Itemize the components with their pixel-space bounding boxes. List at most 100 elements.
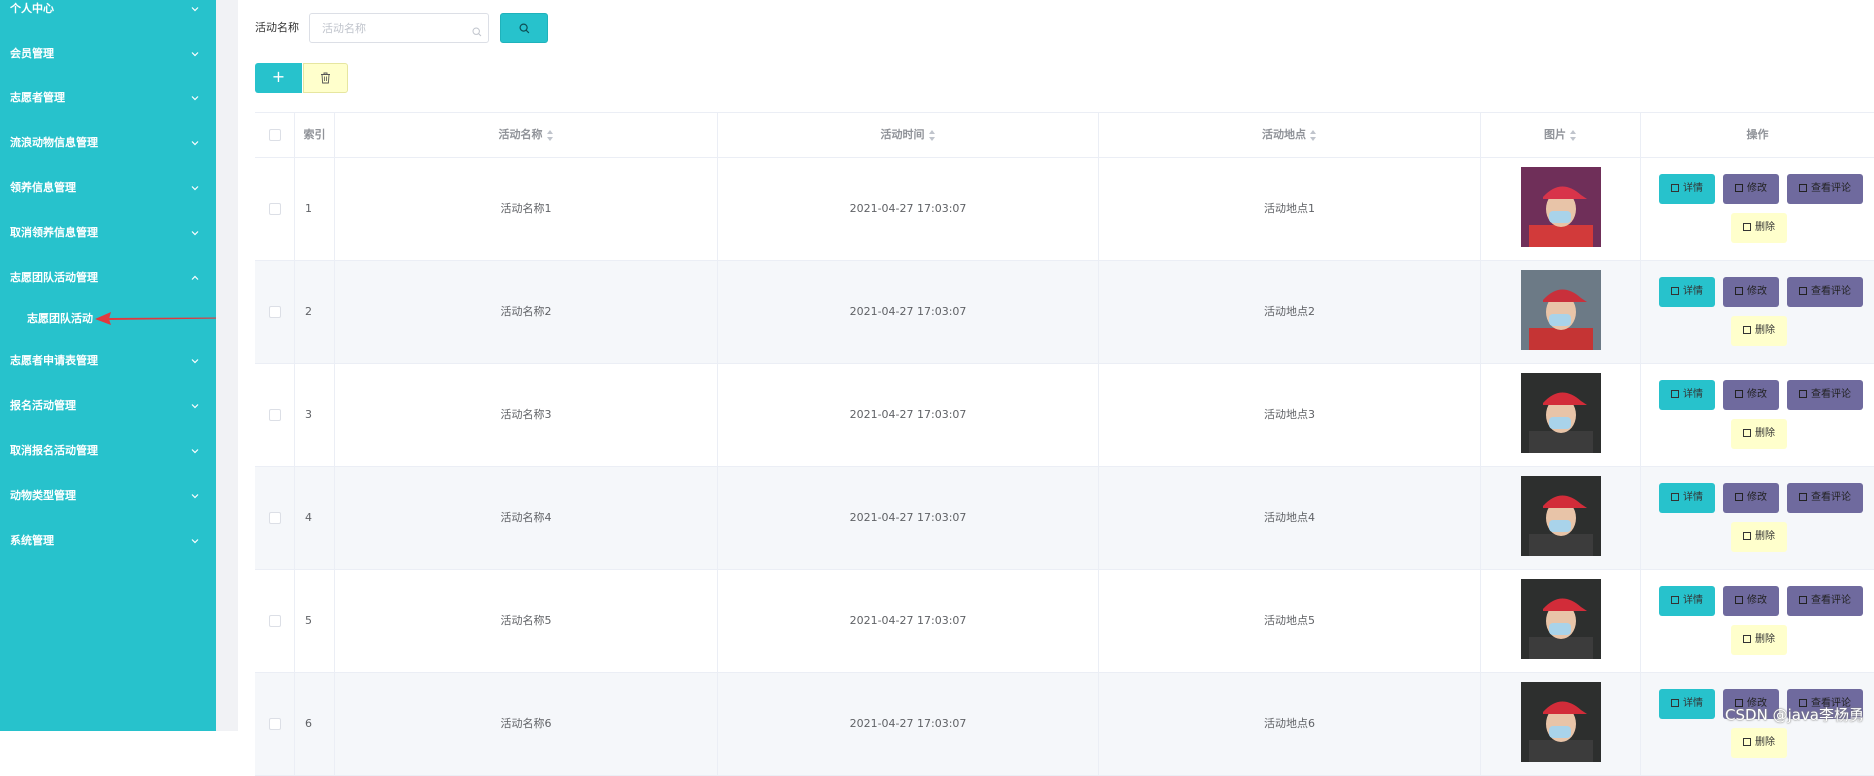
sidebar-item-label: 志愿团队活动管理 <box>10 271 98 284</box>
cell-name: 活动名称6 <box>335 673 718 775</box>
sidebar-item-label: 志愿者管理 <box>10 91 65 104</box>
search-input[interactable] <box>309 13 489 43</box>
add-button[interactable]: + <box>255 63 302 93</box>
activity-photo[interactable] <box>1521 682 1601 762</box>
sidebar-item-label: 领养信息管理 <box>10 181 76 194</box>
table-row: 3 活动名称3 2021-04-27 17:03:07 活动地点3 详情 修改 查看评论 删除 <box>255 364 1874 467</box>
view-comments-button[interactable]: 查看评论 <box>1787 483 1863 513</box>
edit-icon <box>1799 493 1807 501</box>
header-image[interactable]: 图片 <box>1481 113 1641 157</box>
row-checkbox[interactable] <box>269 306 281 318</box>
edit-icon <box>1735 184 1743 192</box>
cell-time: 2021-04-27 17:03:07 <box>718 158 1099 260</box>
edit-button[interactable]: 修改 <box>1723 483 1779 513</box>
chevron-up-icon <box>190 260 200 296</box>
cell-image <box>1481 467 1641 569</box>
detail-button[interactable]: 详情 <box>1659 277 1715 307</box>
table-row: 2 活动名称2 2021-04-27 17:03:07 活动地点2 详情 修改 查看评论 删除 <box>255 261 1874 364</box>
header-name-label: 活动名称 <box>498 128 543 141</box>
table-row: 4 活动名称4 2021-04-27 17:03:07 活动地点4 详情 修改 查看评论 删除 <box>255 467 1874 570</box>
select-all-checkbox[interactable] <box>269 129 281 141</box>
row-checkbox[interactable] <box>269 512 281 524</box>
detail-button[interactable]: 详情 <box>1659 689 1715 719</box>
delete-button[interactable]: 删除 <box>1731 419 1787 449</box>
sidebar-item-cancel-signup[interactable]: 取消报名活动管理 <box>0 433 216 469</box>
cell-index: 4 <box>295 467 335 569</box>
edit-button[interactable]: 修改 <box>1723 277 1779 307</box>
comment-label: 查看评论 <box>1811 183 1851 194</box>
delete-button[interactable]: 删除 <box>1731 316 1787 346</box>
trash-icon <box>1743 326 1751 334</box>
search-icon <box>472 22 482 41</box>
sidebar-item-adoption[interactable]: 领养信息管理 <box>0 170 216 206</box>
detail-label: 详情 <box>1683 286 1703 297</box>
sort-icon[interactable] <box>1570 129 1577 141</box>
header-time[interactable]: 活动时间 <box>718 113 1099 157</box>
edit-button[interactable]: 修改 <box>1723 586 1779 616</box>
row-select-cell <box>255 364 295 466</box>
edit-icon <box>1799 596 1807 604</box>
chevron-down-icon <box>190 170 200 206</box>
batch-delete-button[interactable] <box>303 63 348 93</box>
delete-button[interactable]: 删除 <box>1731 625 1787 655</box>
view-comments-button[interactable]: 查看评论 <box>1787 586 1863 616</box>
row-checkbox[interactable] <box>269 615 281 627</box>
cell-actions: 详情 修改 查看评论删除 <box>1641 158 1874 260</box>
row-checkbox[interactable] <box>269 203 281 215</box>
sort-icon[interactable] <box>1310 129 1317 141</box>
cell-name: 活动名称5 <box>335 570 718 672</box>
sidebar-item-volunteer-applications[interactable]: 志愿者申请表管理 <box>0 343 216 379</box>
cell-image <box>1481 673 1641 775</box>
cell-index: 6 <box>295 673 335 775</box>
activity-photo[interactable] <box>1521 373 1601 453</box>
sidebar-item-members[interactable]: 会员管理 <box>0 36 216 72</box>
view-comments-button[interactable]: 查看评论 <box>1787 380 1863 410</box>
sort-icon[interactable] <box>928 129 936 141</box>
row-checkbox[interactable] <box>269 718 281 730</box>
trash-icon <box>1743 738 1751 746</box>
sidebar-item-volunteers[interactable]: 志愿者管理 <box>0 80 216 116</box>
detail-button[interactable]: 详情 <box>1659 586 1715 616</box>
sidebar-item-personal-center[interactable]: 个人中心 <box>0 0 216 27</box>
edit-icon <box>1735 596 1743 604</box>
search-button[interactable] <box>500 13 548 43</box>
edit-button[interactable]: 修改 <box>1723 174 1779 204</box>
sidebar-item-stray-animals[interactable]: 流浪动物信息管理 <box>0 125 216 161</box>
chevron-down-icon <box>190 36 200 72</box>
view-comments-button[interactable]: 查看评论 <box>1787 174 1863 204</box>
activity-photo[interactable] <box>1521 476 1601 556</box>
sidebar-item-label: 流浪动物信息管理 <box>10 136 98 149</box>
activity-photo[interactable] <box>1521 270 1601 350</box>
header-place[interactable]: 活动地点 <box>1099 113 1481 157</box>
cell-index: 5 <box>295 570 335 672</box>
sidebar-item-signup[interactable]: 报名活动管理 <box>0 388 216 424</box>
delete-label: 删除 <box>1755 222 1775 233</box>
sidebar-item-team-activity[interactable]: 志愿团队活动管理 <box>0 260 216 296</box>
sidebar-item-cancel-adoption[interactable]: 取消领养信息管理 <box>0 215 216 251</box>
row-checkbox[interactable] <box>269 409 281 421</box>
detail-button[interactable]: 详情 <box>1659 483 1715 513</box>
row-select-cell <box>255 467 295 569</box>
sort-icon[interactable] <box>546 129 554 141</box>
sidebar-item-system[interactable]: 系统管理 <box>0 523 216 559</box>
sidebar-item-label: 系统管理 <box>10 534 54 547</box>
delete-button[interactable]: 删除 <box>1731 728 1787 758</box>
edit-label: 修改 <box>1747 492 1767 503</box>
header-image-label: 图片 <box>1544 128 1566 141</box>
sidebar-item-label: 会员管理 <box>10 47 54 60</box>
view-comments-button[interactable]: 查看评论 <box>1787 277 1863 307</box>
header-name[interactable]: 活动名称 <box>335 113 718 157</box>
detail-button[interactable]: 详情 <box>1659 380 1715 410</box>
activity-photo[interactable] <box>1521 167 1601 247</box>
edit-label: 修改 <box>1747 286 1767 297</box>
comment-label: 查看评论 <box>1811 492 1851 503</box>
detail-button[interactable]: 详情 <box>1659 174 1715 204</box>
cell-name: 活动名称4 <box>335 467 718 569</box>
delete-button[interactable]: 删除 <box>1731 213 1787 243</box>
cell-name: 活动名称3 <box>335 364 718 466</box>
delete-button[interactable]: 删除 <box>1731 522 1787 552</box>
edit-button[interactable]: 修改 <box>1723 380 1779 410</box>
sidebar-item-animal-types[interactable]: 动物类型管理 <box>0 478 216 514</box>
activity-photo[interactable] <box>1521 579 1601 659</box>
table-body: 1 活动名称1 2021-04-27 17:03:07 活动地点1 详情 修改 查看评论 删除… <box>255 158 1874 776</box>
